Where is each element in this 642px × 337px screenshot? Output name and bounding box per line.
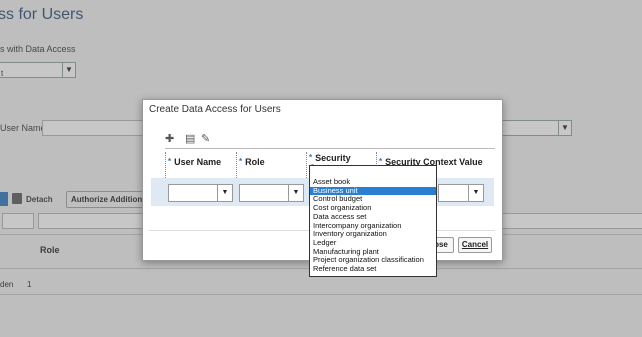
copy-icon[interactable]: ▤ bbox=[185, 132, 195, 145]
role-select[interactable]: ▼ bbox=[239, 184, 304, 202]
edit-pencil-icon[interactable]: ✎ bbox=[201, 132, 210, 145]
column-header-label: User Name bbox=[174, 157, 222, 167]
dropdown-option[interactable]: Reference data set bbox=[310, 264, 436, 274]
table-top-border bbox=[165, 148, 495, 149]
security-context-value-select[interactable]: ▼ bbox=[438, 184, 484, 202]
cancel-button[interactable]: Cancel bbox=[458, 237, 492, 253]
column-header-role: * Role bbox=[239, 157, 265, 167]
required-marker: * bbox=[239, 157, 243, 166]
chevron-down-icon[interactable]: ▼ bbox=[288, 185, 303, 201]
required-marker: * bbox=[309, 153, 313, 162]
column-header-user-name: * User Name bbox=[168, 157, 221, 167]
chevron-down-icon[interactable]: ▼ bbox=[217, 185, 232, 201]
dialog-title: Create Data Access for Users bbox=[149, 104, 281, 115]
column-header-label: Role bbox=[245, 157, 265, 167]
add-icon[interactable]: ✚ bbox=[165, 132, 174, 145]
user-name-select[interactable]: ▼ bbox=[168, 184, 233, 202]
chevron-down-icon[interactable]: ▼ bbox=[468, 185, 483, 201]
required-marker: * bbox=[168, 157, 172, 166]
security-context-dropdown: Asset book Business unit Control budget … bbox=[309, 165, 437, 277]
